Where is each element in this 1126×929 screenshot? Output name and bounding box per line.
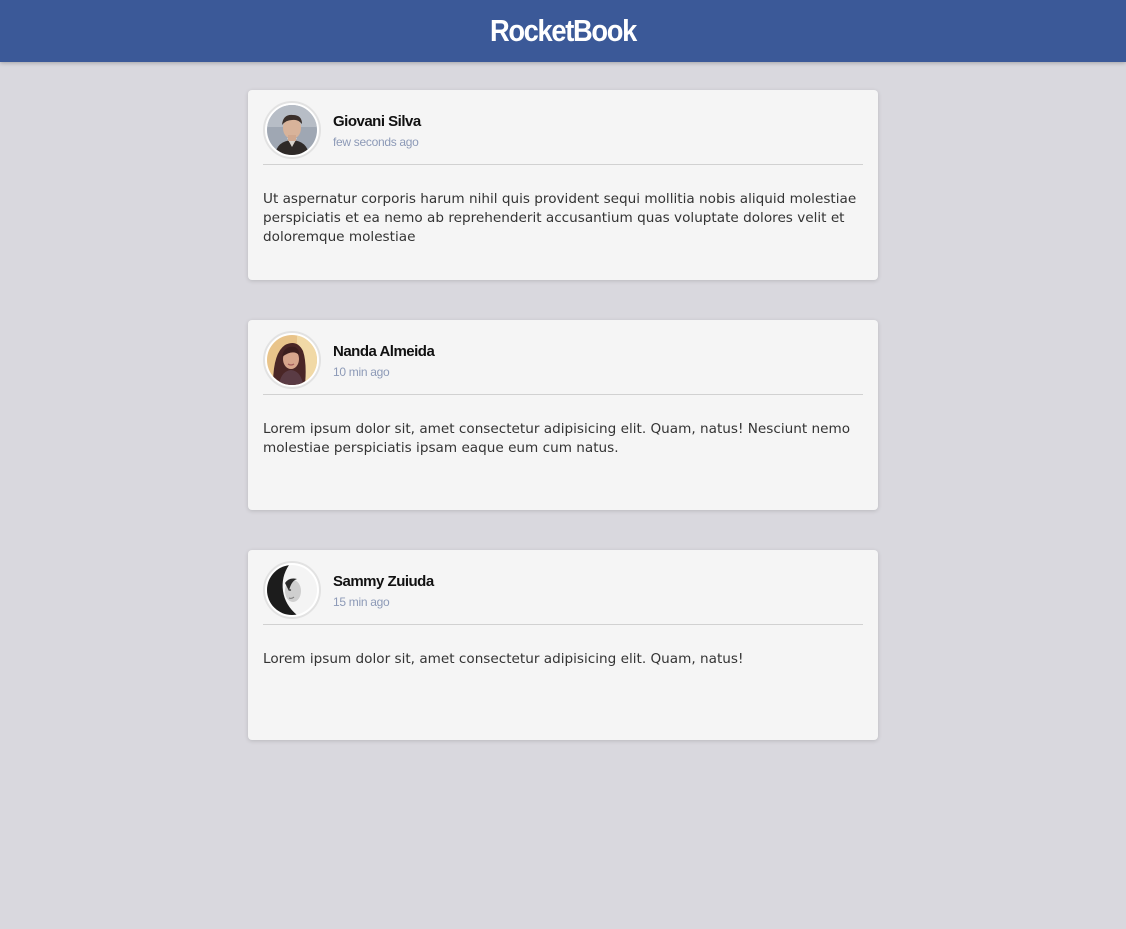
- post-feed: Giovani Silva few seconds ago Ut asperna…: [248, 90, 878, 780]
- author-avatar[interactable]: [263, 331, 321, 389]
- author-avatar[interactable]: [263, 101, 321, 159]
- post-meta: Sammy Zuiuda 15 min ago: [333, 573, 434, 609]
- post-timestamp: 15 min ago: [333, 595, 390, 609]
- post-meta: Nanda Almeida 10 min ago: [333, 343, 435, 379]
- post-timestamp: few seconds ago: [333, 135, 419, 149]
- user-avatar-male-icon: [267, 105, 317, 155]
- post-content: Lorem ipsum dolor sit, amet consectetur …: [263, 421, 851, 456]
- post-card: Sammy Zuiuda 15 min ago Lorem ipsum dolo…: [248, 550, 878, 740]
- post-card: Nanda Almeida 10 min ago Lorem ipsum dol…: [248, 320, 878, 510]
- post-content: Ut aspernatur corporis harum nihil quis …: [263, 191, 857, 245]
- author-avatar[interactable]: [263, 561, 321, 619]
- author-name[interactable]: Sammy Zuiuda: [333, 573, 434, 590]
- post-timestamp: 10 min ago: [333, 365, 390, 379]
- post-meta: Giovani Silva few seconds ago: [333, 113, 421, 149]
- post-header: Sammy Zuiuda 15 min ago: [263, 561, 863, 625]
- post-card: Giovani Silva few seconds ago Ut asperna…: [248, 90, 878, 280]
- post-header: Giovani Silva few seconds ago: [263, 101, 863, 165]
- author-name[interactable]: Giovani Silva: [333, 113, 421, 130]
- brand-logo[interactable]: RocketBook: [490, 13, 637, 49]
- author-name[interactable]: Nanda Almeida: [333, 343, 435, 360]
- post-content: Lorem ipsum dolor sit, amet consectetur …: [263, 651, 744, 667]
- top-navbar: RocketBook: [0, 0, 1126, 62]
- user-avatar-female-bw-icon: [267, 565, 317, 615]
- user-avatar-female-icon: [267, 335, 317, 385]
- post-header: Nanda Almeida 10 min ago: [263, 331, 863, 395]
